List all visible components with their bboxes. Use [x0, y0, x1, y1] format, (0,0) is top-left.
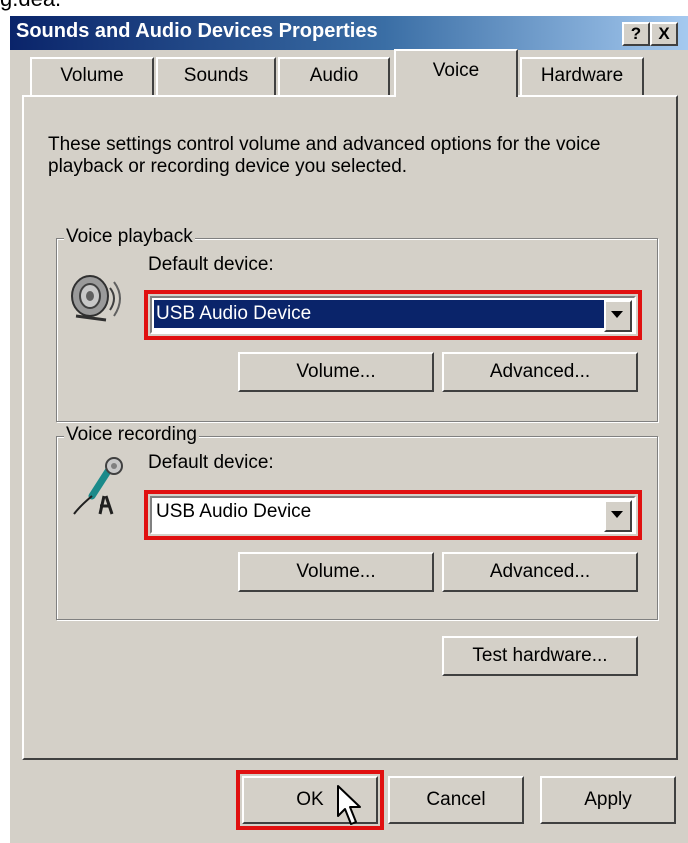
- window-title: Sounds and Audio Devices Properties: [16, 20, 378, 42]
- voice-playback-label: Voice playback: [64, 226, 195, 248]
- properties-dialog: Sounds and Audio Devices Properties ? X …: [8, 16, 688, 843]
- playback-device-highlight: [144, 290, 642, 340]
- tab-voice[interactable]: Voice: [394, 49, 518, 97]
- tab-audio[interactable]: Audio: [278, 57, 390, 95]
- playback-volume-button[interactable]: Volume...: [238, 352, 434, 392]
- recording-volume-button[interactable]: Volume...: [238, 552, 434, 592]
- mouse-pointer-icon: [337, 785, 361, 825]
- document-fragment-text: g.dea.: [0, 0, 61, 12]
- tab-volume[interactable]: Volume: [30, 57, 154, 95]
- tab-sounds[interactable]: Sounds: [156, 57, 276, 95]
- recording-device-highlight: [144, 490, 642, 540]
- cancel-button[interactable]: Cancel: [388, 776, 524, 824]
- microphone-icon: [73, 457, 123, 515]
- voice-recording-label: Voice recording: [64, 424, 199, 446]
- playback-default-device-label: Default device:: [148, 254, 274, 275]
- test-hardware-button[interactable]: Test hardware...: [442, 636, 638, 676]
- description-text: These settings control volume and advanc…: [48, 134, 601, 177]
- playback-advanced-button[interactable]: Advanced...: [442, 352, 638, 392]
- title-bar[interactable]: Sounds and Audio Devices Properties ? X: [10, 16, 688, 50]
- recording-default-device-label: Default device:: [148, 452, 274, 473]
- tab-hardware[interactable]: Hardware: [520, 57, 644, 95]
- close-button[interactable]: X: [650, 22, 678, 46]
- recording-advanced-button[interactable]: Advanced...: [442, 552, 638, 592]
- help-button[interactable]: ?: [622, 22, 650, 46]
- speaker-icon: [71, 275, 121, 322]
- apply-button[interactable]: Apply: [540, 776, 676, 824]
